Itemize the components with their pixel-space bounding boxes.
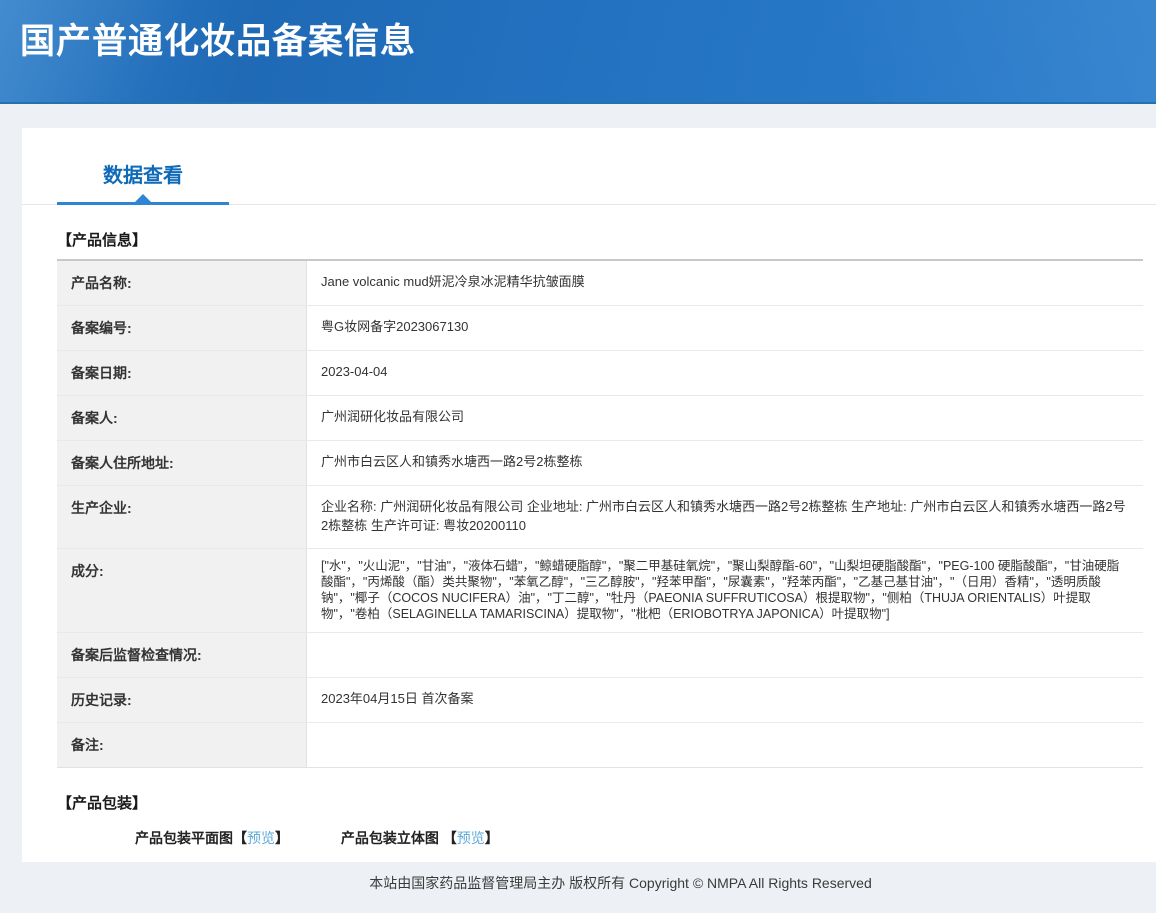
table-row-history: 历史记录: 2023年04月15日 首次备案 — [57, 678, 1143, 723]
content-card: 数据查看 【产品信息】 产品名称: Jane volcanic mud妍泥冷泉冰… — [22, 128, 1156, 862]
row-value: 广州润研化妆品有限公司 — [307, 396, 1143, 440]
row-label: 备案人住所地址: — [57, 441, 307, 485]
row-value: 企业名称: 广州润研化妆品有限公司 企业地址: 广州市白云区人和镇秀水塘西一路2… — [307, 486, 1143, 548]
packaging-flat-item: 产品包装平面图【预览】 — [135, 830, 289, 846]
row-value: 2023年04月15日 首次备案 — [307, 678, 1143, 722]
row-value: 粤G妆网备字2023067130 — [307, 306, 1143, 350]
packaging-row: 产品包装平面图【预览】 产品包装立体图 【预览】 — [135, 828, 1156, 848]
row-label: 备案日期: — [57, 351, 307, 395]
table-row-product-name: 产品名称: Jane volcanic mud妍泥冷泉冰泥精华抗皱面膜 — [57, 261, 1143, 306]
product-info-section-title: 【产品信息】 — [57, 229, 1156, 250]
table-row-supervision-check: 备案后监督检查情况: — [57, 633, 1143, 678]
table-row-remarks: 备注: — [57, 723, 1143, 767]
packaging-3d-item: 产品包装立体图 【预览】 — [341, 830, 499, 846]
packaging-section-title: 【产品包装】 — [57, 792, 1156, 813]
row-label: 备注: — [57, 723, 307, 767]
packaging-3d-label-close: 】 — [485, 830, 499, 846]
table-row-registration-date: 备案日期: 2023-04-04 — [57, 351, 1143, 396]
row-value — [307, 723, 1143, 767]
product-info-table: 产品名称: Jane volcanic mud妍泥冷泉冰泥精华抗皱面膜 备案编号… — [57, 259, 1143, 768]
table-row-ingredients: 成分: ["水"，"火山泥"，"甘油"，"液体石蜡"，"鲸蜡硬脂醇"，"聚二甲基… — [57, 549, 1143, 633]
packaging-3d-label: 产品包装立体图 【 — [341, 830, 457, 846]
packaging-flat-label: 产品包装平面图【 — [135, 830, 247, 846]
page-title: 国产普通化妆品备案信息 — [0, 0, 1156, 64]
table-row-manufacturer: 生产企业: 企业名称: 广州润研化妆品有限公司 企业地址: 广州市白云区人和镇秀… — [57, 486, 1143, 549]
table-row-registrant: 备案人: 广州润研化妆品有限公司 — [57, 396, 1143, 441]
packaging-flat-preview-link[interactable]: 预览 — [247, 830, 275, 846]
packaging-3d-preview-link[interactable]: 预览 — [457, 830, 485, 846]
footer-copyright-text: 本站由国家药品监督管理局主办 版权所有 Copyright © NMPA All… — [369, 875, 871, 891]
packaging-flat-label-close: 】 — [275, 830, 289, 846]
row-value: 2023-04-04 — [307, 351, 1143, 395]
tab-data-view[interactable]: 数据查看 — [57, 159, 229, 205]
table-row-registrant-address: 备案人住所地址: 广州市白云区人和镇秀水塘西一路2号2栋整栋 — [57, 441, 1143, 486]
row-label: 产品名称: — [57, 261, 307, 305]
row-label: 成分: — [57, 549, 307, 632]
tab-bar: 数据查看 — [22, 128, 1156, 205]
row-label: 备案人: — [57, 396, 307, 440]
row-label: 备案编号: — [57, 306, 307, 350]
row-label: 备案后监督检查情况: — [57, 633, 307, 677]
table-row-registration-number: 备案编号: 粤G妆网备字2023067130 — [57, 306, 1143, 351]
row-value — [307, 633, 1143, 677]
row-value: Jane volcanic mud妍泥冷泉冰泥精华抗皱面膜 — [307, 261, 1143, 305]
page-header: 国产普通化妆品备案信息 — [0, 0, 1156, 104]
row-label: 历史记录: — [57, 678, 307, 722]
footer: 本站由国家药品监督管理局主办 版权所有 Copyright © NMPA All… — [0, 862, 1156, 913]
row-value: ["水"，"火山泥"，"甘油"，"液体石蜡"，"鲸蜡硬脂醇"，"聚二甲基硅氧烷"… — [307, 549, 1143, 632]
row-label: 生产企业: — [57, 486, 307, 548]
row-value: 广州市白云区人和镇秀水塘西一路2号2栋整栋 — [307, 441, 1143, 485]
